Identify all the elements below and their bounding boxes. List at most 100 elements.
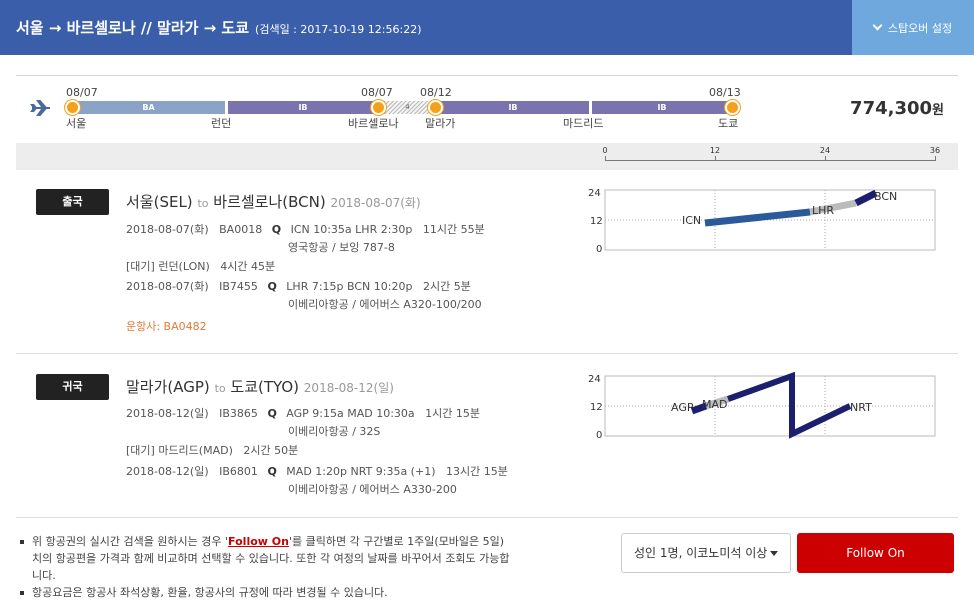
route-title: 서울 → 바르셀로나 // 말라가 → 도쿄 (검색일 : 2017-10-19 … xyxy=(16,17,422,38)
flight-duration: 2시간 5분 xyxy=(422,280,471,293)
flight-duration: 1시간 15분 xyxy=(425,407,481,420)
total-price: 774,300원 xyxy=(850,98,944,119)
timeline-segment: IB xyxy=(228,101,378,114)
fare-class: Q xyxy=(267,407,277,420)
flight-number: BA0018 xyxy=(219,223,263,236)
fare-class: Q xyxy=(267,280,277,293)
section-divider xyxy=(16,517,958,518)
follow-on-button[interactable]: Follow On xyxy=(797,533,954,573)
note-text: 항공요금은 항공사 좌석상황, 환율, 항공사의 규정에 따라 변경될 수 있습… xyxy=(32,586,388,599)
passenger-class-select[interactable]: 성인 1명, 이코노미석 이상 xyxy=(621,533,791,573)
search-date: (검색일 : 2017-10-19 12:56:22) xyxy=(255,23,422,36)
price-value: 774,300 xyxy=(850,98,933,119)
dest-city: 도쿄(TYO) xyxy=(230,378,300,396)
timeline-date: 08/13 xyxy=(709,86,741,99)
scale-tick xyxy=(935,156,936,161)
flight-date: 2018-08-07(화) xyxy=(126,223,209,236)
airplane-icon xyxy=(30,100,50,116)
return-badge: 귀국 xyxy=(36,374,109,400)
note-item: 항공요금은 항공사 좌석상황, 환율, 항공사의 규정에 따라 변경될 수 있습… xyxy=(20,584,510,601)
origin-city: 서울(SEL) xyxy=(126,193,193,211)
scale-label: 0 xyxy=(602,146,608,155)
chart-y-label: 12 xyxy=(590,402,603,413)
scale-tick xyxy=(715,156,716,161)
chart-point-label: BCN xyxy=(874,190,897,203)
chart-y-label: 24 xyxy=(588,188,601,199)
flight-number: IB7455 xyxy=(219,280,258,293)
origin-city: 말라가(AGP) xyxy=(126,378,210,396)
timeline-city: 말라가 xyxy=(425,117,456,130)
price-unit: 원 xyxy=(932,103,944,118)
caret-down-icon xyxy=(770,551,778,556)
aircraft-info: 이베리아항공 / 에어버스 A320-100/200 xyxy=(288,298,482,311)
stopover-settings-button[interactable]: 스탑오버 설정 xyxy=(852,0,974,55)
chart-point-label: AGP xyxy=(671,401,694,414)
flight-date: 2018-08-12(일) xyxy=(126,407,209,420)
timeline-city: 런던 xyxy=(211,117,232,130)
dest-city: 바르셀로나(BCN) xyxy=(213,193,326,211)
timeline-stop-dot xyxy=(428,100,443,115)
follow-on-link[interactable]: Follow On xyxy=(228,535,289,548)
timeline-city: 마드리드 xyxy=(563,117,604,130)
flight-date: 2018-08-12(일) xyxy=(126,465,209,478)
return-title: 말라가(AGP) to 도쿄(TYO) 2018-08-12(일) xyxy=(126,376,394,397)
flight-duration: 11시간 55분 xyxy=(422,223,485,236)
flight-row: 2018-08-07(화) IB7455 Q LHR 7:15p BCN 10:… xyxy=(126,279,471,295)
operator-note: 운항사: BA0482 xyxy=(126,320,207,333)
fare-class: Q xyxy=(267,465,277,478)
chart-y-label: 24 xyxy=(588,374,601,385)
timeline-stop-dot xyxy=(725,100,740,115)
layover-city: [대기] 마드리드(MAD) xyxy=(126,444,233,457)
chart-y-label: 0 xyxy=(596,244,602,255)
to-label: to xyxy=(197,197,209,210)
flight-route: AGP 9:15a MAD 10:30a xyxy=(286,407,415,420)
flight-route: ICN 10:35a LHR 2:30p xyxy=(290,223,413,236)
chart-point-label: MAD xyxy=(702,398,728,411)
flight-date: 2018-08-07(화) xyxy=(126,280,209,293)
layover-label: 4 xyxy=(405,103,410,111)
scale-tick xyxy=(605,156,606,161)
section-date: 2018-08-12(일) xyxy=(303,381,394,395)
aircraft-info: 영국항공 / 보잉 787-8 xyxy=(288,241,395,254)
time-scale-bar xyxy=(16,143,958,170)
timeline-segment: IB xyxy=(592,101,732,114)
chart-point-label: NRT xyxy=(850,401,872,414)
section-date: 2018-08-07(화) xyxy=(330,196,421,210)
scale-label: 36 xyxy=(929,146,941,155)
stopover-label: 스탑오버 설정 xyxy=(887,21,953,35)
section-divider xyxy=(16,353,958,354)
segment-label: BA xyxy=(142,103,155,112)
layover-row: [대기] 런던(LON) 4시간 45분 xyxy=(126,259,275,275)
segment-label: IB xyxy=(657,103,667,112)
timeline-layover: 4 xyxy=(380,101,435,114)
return-mini-chart: 24 12 0 AGP MAD NRT xyxy=(588,371,938,441)
select-value: 성인 1명, 이코노미석 이상 xyxy=(634,546,768,560)
aircraft-info: 이베리아항공 / 32S xyxy=(288,425,381,438)
timeline-date: 08/12 xyxy=(420,86,452,99)
timeline-date: 08/07 xyxy=(361,86,393,99)
chart-y-label: 12 xyxy=(590,216,603,227)
layover-row: [대기] 마드리드(MAD) 2시간 50분 xyxy=(126,443,298,459)
route-text: 서울 → 바르셀로나 // 말라가 → 도쿄 xyxy=(16,19,250,37)
fare-class: Q xyxy=(271,223,282,236)
scale-tick xyxy=(825,156,826,161)
timeline-date: 08/07 xyxy=(66,86,98,99)
chart-point-label: ICN xyxy=(682,214,701,227)
segment-label: IB xyxy=(298,103,308,112)
notes-list: 위 항공권의 실시간 검색을 원하시는 경우 'Follow On'를 클릭하면… xyxy=(20,533,510,601)
aircraft-info: 이베리아항공 / 에어버스 A330-200 xyxy=(288,483,457,496)
flight-row: 2018-08-12(일) IB3865 Q AGP 9:15a MAD 10:… xyxy=(126,406,480,422)
flight-number: IB6801 xyxy=(219,465,258,478)
timeline-segment: IB xyxy=(437,101,589,114)
time-scale-axis xyxy=(605,160,935,161)
timeline-stop-dot xyxy=(65,100,80,115)
flight-number: IB3865 xyxy=(219,407,258,420)
scale-label: 24 xyxy=(819,146,831,155)
chart-y-label: 0 xyxy=(596,430,602,441)
outbound-badge: 출국 xyxy=(36,189,109,215)
scale-label: 12 xyxy=(709,146,721,155)
chart-point-label: LHR xyxy=(812,204,834,217)
chevron-down-icon xyxy=(872,20,883,31)
outbound-mini-chart: 24 12 0 ICN LHR BCN xyxy=(588,186,938,255)
timeline-city: 바르셀로나 xyxy=(348,117,399,130)
